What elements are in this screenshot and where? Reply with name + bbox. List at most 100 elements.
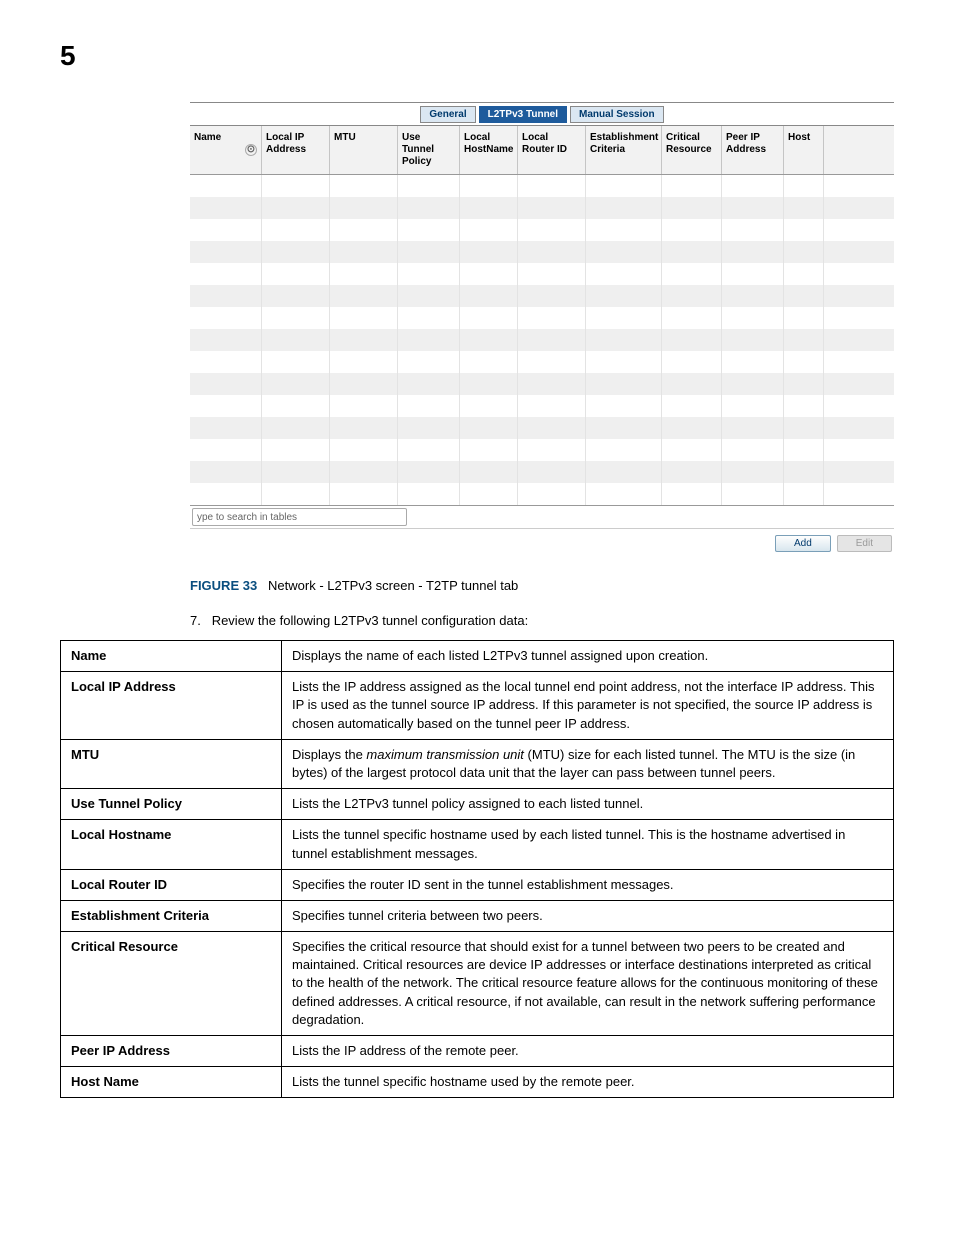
table-cell <box>262 373 330 395</box>
add-button[interactable]: Add <box>775 535 831 552</box>
spec-desc: Displays the name of each listed L2TPv3 … <box>282 641 894 672</box>
table-cell <box>330 373 398 395</box>
table-row[interactable] <box>190 373 894 395</box>
table-cell <box>460 263 518 285</box>
column-header[interactable]: Local IP Address <box>262 126 330 174</box>
table-cell <box>460 285 518 307</box>
column-header[interactable]: Establishment Criteria <box>586 126 662 174</box>
spec-desc: Lists the L2TPv3 tunnel policy assigned … <box>282 789 894 820</box>
table-row[interactable] <box>190 329 894 351</box>
tab-general[interactable]: General <box>420 106 475 123</box>
table-row[interactable] <box>190 263 894 285</box>
spec-desc: Lists the IP address assigned as the loc… <box>282 672 894 740</box>
table-cell <box>662 307 722 329</box>
column-header[interactable]: Use Tunnel Policy <box>398 126 460 174</box>
italic-term: maximum transmission unit <box>366 747 524 762</box>
table-cell <box>330 285 398 307</box>
table-cell <box>190 307 262 329</box>
table-cell <box>722 175 784 197</box>
tab-l2tpv3-tunnel[interactable]: L2TPv3 Tunnel <box>479 106 567 123</box>
table-row[interactable] <box>190 219 894 241</box>
table-row[interactable] <box>190 395 894 417</box>
table-cell <box>262 263 330 285</box>
table-cell <box>784 373 824 395</box>
table-cell <box>330 175 398 197</box>
column-header[interactable]: Name⊙ <box>190 126 262 174</box>
table-cell <box>722 373 784 395</box>
column-header[interactable]: Local HostName <box>460 126 518 174</box>
table-cell <box>586 241 662 263</box>
table-cell <box>330 461 398 483</box>
tab-manual-session[interactable]: Manual Session <box>570 106 664 123</box>
table-cell <box>262 307 330 329</box>
table-cell <box>460 329 518 351</box>
spec-name: MTU <box>61 739 282 788</box>
search-input[interactable] <box>192 508 407 526</box>
table-cell <box>262 219 330 241</box>
edit-button[interactable]: Edit <box>837 535 892 552</box>
spec-desc: Displays the maximum transmission unit (… <box>282 739 894 788</box>
table-cell <box>722 461 784 483</box>
table-cell <box>330 307 398 329</box>
column-header[interactable]: Host <box>784 126 824 174</box>
column-header[interactable]: MTU <box>330 126 398 174</box>
table-row[interactable] <box>190 307 894 329</box>
table-cell <box>784 395 824 417</box>
step-number: 7. <box>190 613 201 628</box>
table-cell <box>460 307 518 329</box>
table-cell <box>586 351 662 373</box>
spec-name: Local Hostname <box>61 820 282 869</box>
spec-row: Local HostnameLists the tunnel specific … <box>61 820 894 869</box>
table-cell <box>784 461 824 483</box>
table-cell <box>518 175 586 197</box>
spec-name: Local IP Address <box>61 672 282 740</box>
table-cell <box>190 417 262 439</box>
table-row[interactable] <box>190 285 894 307</box>
table-row[interactable] <box>190 417 894 439</box>
table-cell <box>662 329 722 351</box>
table-cell <box>398 285 460 307</box>
table-cell <box>330 439 398 461</box>
table-row[interactable] <box>190 241 894 263</box>
table-row[interactable] <box>190 483 894 505</box>
column-header[interactable]: Peer IP Address <box>722 126 784 174</box>
table-cell <box>662 351 722 373</box>
table-cell <box>398 395 460 417</box>
table-row[interactable] <box>190 197 894 219</box>
spec-table: NameDisplays the name of each listed L2T… <box>60 640 894 1098</box>
column-header[interactable]: Critical Resource <box>662 126 722 174</box>
table-row[interactable] <box>190 461 894 483</box>
table-cell <box>262 417 330 439</box>
table-row[interactable] <box>190 351 894 373</box>
table-cell <box>784 351 824 373</box>
table-cell <box>398 329 460 351</box>
table-cell <box>460 395 518 417</box>
table-cell <box>518 241 586 263</box>
table-cell <box>460 197 518 219</box>
tab-bar: GeneralL2TPv3 TunnelManual Session <box>190 103 894 126</box>
spec-name: Name <box>61 641 282 672</box>
spec-row: NameDisplays the name of each listed L2T… <box>61 641 894 672</box>
spec-desc: Specifies the router ID sent in the tunn… <box>282 869 894 900</box>
spec-row: Local Router IDSpecifies the router ID s… <box>61 869 894 900</box>
table-cell <box>662 483 722 505</box>
table-row[interactable] <box>190 175 894 197</box>
table-cell <box>330 197 398 219</box>
table-cell <box>662 263 722 285</box>
table-cell <box>460 461 518 483</box>
step-line: 7. Review the following L2TPv3 tunnel co… <box>190 613 894 628</box>
table-cell <box>398 197 460 219</box>
table-cell <box>190 351 262 373</box>
spec-row: Critical ResourceSpecifies the critical … <box>61 932 894 1036</box>
figure-label: FIGURE 33 <box>190 578 257 593</box>
table-cell <box>722 395 784 417</box>
table-cell <box>722 307 784 329</box>
table-cell <box>722 483 784 505</box>
button-bar: Add Edit <box>190 528 894 558</box>
table-row[interactable] <box>190 439 894 461</box>
table-cell <box>586 175 662 197</box>
column-header[interactable]: Local Router ID <box>518 126 586 174</box>
table-cell <box>190 439 262 461</box>
table-cell <box>518 373 586 395</box>
table-cell <box>518 483 586 505</box>
